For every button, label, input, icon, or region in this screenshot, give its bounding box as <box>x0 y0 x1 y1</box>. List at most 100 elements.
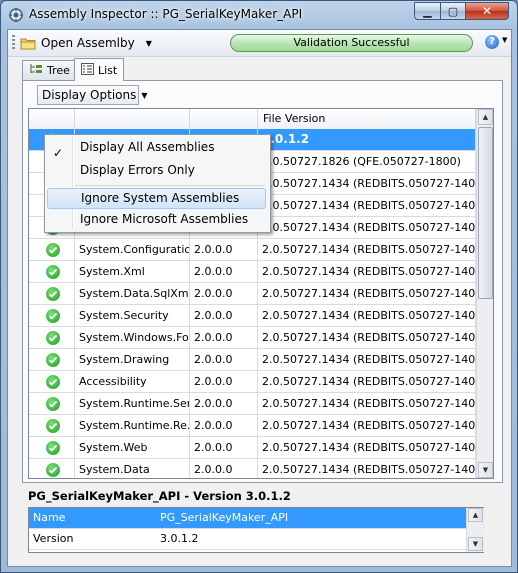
tree-icon <box>29 63 43 78</box>
grid-scrollbar[interactable]: ▲ ▼ <box>476 109 493 478</box>
check-icon <box>46 397 60 411</box>
help-chevron-down-icon[interactable]: ▼ <box>502 36 507 44</box>
open-assembly-button[interactable]: Open Assemlby ▼ <box>20 33 152 53</box>
check-icon <box>46 331 60 345</box>
menu-item-display-all[interactable]: ✓ Display All Assemblies <box>47 137 266 160</box>
window-title: Assembly Inspector :: PG_SerialKeyMaker_… <box>29 7 303 21</box>
assembly-file-version: 2.0.50727.1434 (REDBITS.050727-1400) <box>258 349 476 370</box>
display-options-label: Display Options <box>42 88 137 102</box>
assembly-file-version: 2.0.50727.1434 (REDBITS.050727-1400) <box>258 305 476 326</box>
assembly-version: 2.0.0.0 <box>190 371 258 392</box>
tab-tree-label: Tree <box>47 64 70 77</box>
assembly-version: 2.0.0.0 <box>190 327 258 348</box>
assembly-file-version: 2.0.50727.1434 (REDBITS.050727-1400) <box>258 261 476 282</box>
assembly-file-version: 2.0.50727.1434 (REDBITS.050727-1400) <box>258 371 476 392</box>
scroll-down-icon[interactable]: ▼ <box>478 462 493 478</box>
details-grid[interactable]: Name PG_SerialKeyMaker_API Version 3.0.1… <box>28 507 484 553</box>
chevron-down-icon: ▼ <box>141 90 148 100</box>
client-area: Open Assemlby ▼ Validation Successful ? … <box>7 29 512 567</box>
table-row[interactable]: System.Drawing 2.0.0.0 2.0.50727.1434 (RED… <box>29 349 476 371</box>
column-name[interactable] <box>75 109 190 129</box>
table-row[interactable]: System.Runtime.Re... 2.0.0.0 2.0.50727.143… <box>29 415 476 437</box>
status-cell <box>29 283 75 304</box>
assembly-file-version: 2.0.50727.1434 (REDBITS.050727-1400) <box>258 283 476 304</box>
assembly-file-version: 2.0.50727.1434 (REDBITS.050727-1400) <box>258 437 476 458</box>
assembly-version: 2.0.0.0 <box>190 239 258 260</box>
menu-item-label: Display All Assemblies <box>80 140 215 154</box>
assembly-file-version: 2.0.50727.1434 (REDBITS.050727-1400) <box>258 459 476 478</box>
menu-item-ignore-system[interactable]: Ignore System Assemblies <box>47 188 266 209</box>
details-key: Version <box>33 532 74 545</box>
table-row[interactable]: System.Data 2.0.0.0 2.0.50727.1434 (REDBIT… <box>29 459 476 478</box>
table-row[interactable]: Accessibility 2.0.0.0 2.0.50727.1434 (REDB… <box>29 371 476 393</box>
assembly-name: System.Runtime.Re... <box>75 415 190 436</box>
minimize-button[interactable]: ▁ <box>414 2 441 20</box>
maximize-button[interactable]: ▢ <box>440 2 466 20</box>
status-cell <box>29 349 75 370</box>
check-icon <box>46 441 60 455</box>
column-status[interactable] <box>29 109 75 129</box>
column-file-version[interactable]: File Version <box>258 109 476 129</box>
assembly-name: System.Runtime.Seri... <box>75 393 190 414</box>
assembly-name: System.Xml <box>75 261 190 282</box>
status-cell <box>29 239 75 260</box>
assembly-file-version: 2.0.50727.1434 (REDBITS.050727-1400) <box>258 195 476 216</box>
title-bar[interactable]: Assembly Inspector :: PG_SerialKeyMaker_… <box>1 1 517 29</box>
check-icon <box>46 243 60 257</box>
status-cell <box>29 459 75 478</box>
toolbar-grip[interactable] <box>12 35 15 51</box>
tab-tree[interactable]: Tree <box>22 60 75 80</box>
open-assembly-label: Open Assemlby <box>41 36 135 50</box>
minimize-icon: ▁ <box>423 4 432 18</box>
scrollbar-thumb[interactable] <box>478 127 493 299</box>
display-options-button[interactable]: Display Options ▼ <box>37 85 148 105</box>
assembly-file-version: 3.0.1.2 <box>258 129 476 150</box>
validation-status: Validation Successful <box>230 34 473 52</box>
tab-list-label: List <box>98 63 118 77</box>
details-title: PG_SerialKeyMaker_API - Version 3.0.1.2 <box>28 489 291 503</box>
assembly-name: System.Drawing <box>75 349 190 370</box>
table-row[interactable]: System.Data.SqlXml 2.0.0.0 2.0.50727.1434 … <box>29 283 476 305</box>
grid-header: File Version <box>29 109 476 130</box>
assembly-name: Accessibility <box>75 371 190 392</box>
assembly-name: System.Web <box>75 437 190 458</box>
assembly-name: System.Security <box>75 305 190 326</box>
check-icon <box>46 419 60 433</box>
assembly-file-version: 2.0.50727.1826 (QFE.050727-1800) <box>258 151 476 172</box>
details-row[interactable]: Version 3.0.1.2 <box>29 529 466 550</box>
status-cell <box>29 371 75 392</box>
table-row[interactable]: System.Security 2.0.0.0 2.0.50727.1434 (RE… <box>29 305 476 327</box>
scroll-up-icon[interactable]: ▲ <box>468 508 483 522</box>
column-version[interactable] <box>190 109 258 129</box>
help-icon[interactable]: ? <box>485 35 499 49</box>
status-cell <box>29 393 75 414</box>
app-window: Assembly Inspector :: PG_SerialKeyMaker_… <box>0 0 518 573</box>
details-row[interactable]: Name PG_SerialKeyMaker_API <box>29 508 466 529</box>
table-row[interactable]: System.Web 2.0.0.0 2.0.50727.1434 (REDBITS… <box>29 437 476 459</box>
tab-list[interactable]: List <box>74 58 124 81</box>
table-row[interactable]: System.Runtime.Seri...2.0.0.02.0.50727.1… <box>29 393 476 415</box>
chevron-down-icon[interactable]: ▼ <box>146 39 152 48</box>
splitter[interactable] <box>22 485 503 488</box>
table-row[interactable]: System.Xml 2.0.0.0 2.0.50727.1434 (REDBITS… <box>29 261 476 283</box>
menu-item-ignore-microsoft[interactable]: Ignore Microsoft Assemblies <box>47 209 266 230</box>
check-icon <box>46 353 60 367</box>
close-icon: ✕ <box>481 4 493 18</box>
details-scrollbar[interactable]: ▲ ▼ <box>466 508 484 552</box>
menu-item-display-errors[interactable]: Display Errors Only <box>47 160 266 181</box>
assembly-file-version: 2.0.50727.1434 (REDBITS.050727-1400) <box>258 415 476 436</box>
menu-item-label: Ignore Microsoft Assemblies <box>80 212 249 226</box>
table-row[interactable]: System.Configuration 2.0.0.0 2.0.50727.143… <box>29 239 476 261</box>
status-cell <box>29 305 75 326</box>
scroll-up-icon[interactable]: ▲ <box>478 109 493 125</box>
assembly-name: System.Data <box>75 459 190 478</box>
menu-item-label: Display Errors Only <box>80 163 195 177</box>
list-icon <box>81 62 94 78</box>
details-value: PG_SerialKeyMaker_API <box>160 511 289 524</box>
close-button[interactable]: ✕ <box>465 2 509 20</box>
assembly-version: 2.0.0.0 <box>190 283 258 304</box>
scroll-down-icon[interactable]: ▼ <box>468 537 483 551</box>
status-cell <box>29 327 75 348</box>
table-row[interactable]: System.Windows.For...2.0.0.02.0.50727.14… <box>29 327 476 349</box>
folder-icon <box>20 37 36 50</box>
